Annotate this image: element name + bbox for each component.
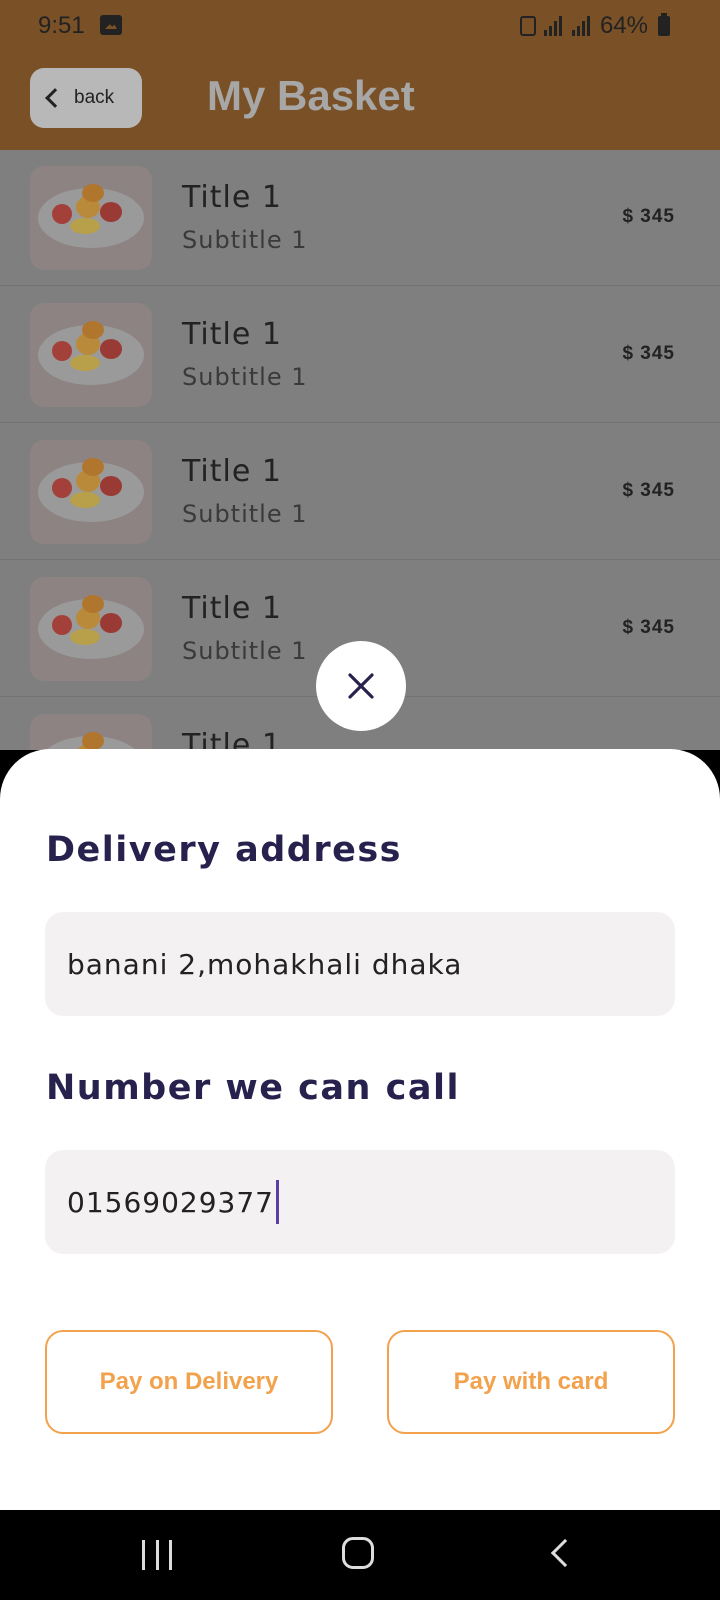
basket-item[interactable]: Title 1 Subtitle 1 $ 345	[0, 424, 720, 560]
phone-label: Number we can call	[46, 1068, 460, 1108]
image-icon	[100, 15, 122, 35]
item-title: Title 1	[182, 180, 282, 215]
delivery-address-label: Delivery address	[46, 830, 402, 870]
status-time: 9:51	[38, 12, 85, 39]
item-price: $ 345	[622, 617, 675, 638]
item-subtitle: Subtitle 1	[182, 637, 308, 665]
phone-field[interactable]: 01569029377	[45, 1150, 675, 1254]
item-title: Title 1	[182, 317, 282, 352]
pay-on-delivery-button[interactable]: Pay on Delivery	[45, 1330, 333, 1434]
signal-icon	[543, 16, 564, 36]
item-price: $ 345	[622, 480, 675, 501]
basket-item[interactable]: Title 1 Subtitle 1 $ 345	[0, 287, 720, 423]
nfc-icon	[519, 16, 536, 36]
back-icon[interactable]	[550, 1538, 580, 1568]
status-right: 64%	[519, 12, 670, 40]
back-label: back	[74, 87, 115, 108]
app-header: 9:51 64% back My Basket	[0, 0, 720, 150]
item-price: $ 345	[622, 343, 675, 364]
fruit-salad-image	[30, 303, 152, 407]
item-price: $ 345	[622, 206, 675, 227]
close-icon	[348, 673, 374, 699]
text-cursor	[275, 1180, 279, 1224]
system-navigation-bar	[0, 1510, 720, 1600]
item-title: Title 1	[182, 728, 282, 750]
battery-percent: 64%	[599, 12, 648, 39]
basket-item[interactable]: Title 1 Subtitle 1 $ 345	[0, 150, 720, 286]
pay-with-card-button[interactable]: Pay with card	[387, 1330, 675, 1434]
item-subtitle: Subtitle 1	[182, 363, 308, 391]
close-button[interactable]	[316, 641, 406, 731]
item-title: Title 1	[182, 454, 282, 489]
fruit-salad-image	[30, 440, 152, 544]
item-title: Title 1	[182, 591, 282, 626]
back-button[interactable]: back	[30, 68, 142, 128]
status-bar: 9:51 64%	[0, 0, 720, 52]
fruit-salad-image	[30, 577, 152, 681]
delivery-address-value: banani 2,mohakhali dhaka	[67, 947, 463, 981]
phone-value: 01569029377	[67, 1185, 274, 1219]
item-subtitle: Subtitle 1	[182, 226, 308, 254]
home-icon[interactable]	[342, 1537, 374, 1569]
fruit-salad-image	[30, 714, 152, 750]
signal-icon	[571, 16, 592, 36]
page-title: My Basket	[207, 72, 415, 119]
fruit-salad-image	[30, 166, 152, 270]
recent-apps-icon[interactable]	[142, 1540, 172, 1570]
chevron-left-icon	[45, 88, 65, 108]
item-subtitle: Subtitle 1	[182, 500, 308, 528]
delivery-address-field[interactable]: banani 2,mohakhali dhaka	[45, 912, 675, 1016]
battery-icon	[658, 13, 670, 36]
